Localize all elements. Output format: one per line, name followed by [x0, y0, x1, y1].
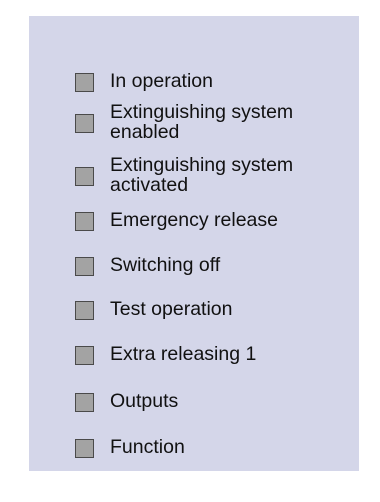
indicator-label: Outputs [110, 390, 179, 412]
indicator-label: Function [110, 436, 185, 458]
status-led-icon [75, 301, 94, 320]
indicator-label: Test operation [110, 298, 233, 320]
indicator-extinguishing-system-enabled: Extinguishing system enabled [75, 102, 350, 142]
status-led-icon [75, 346, 94, 365]
status-led-icon [75, 73, 94, 92]
indicator-label: Extinguishing system enabled [110, 101, 294, 143]
status-indicator-panel: In operation Extinguishing system enable… [29, 16, 359, 471]
indicator-test-operation: Test operation [75, 299, 350, 320]
status-led-icon [75, 167, 94, 186]
indicator-extra-releasing-1: Extra releasing 1 [75, 344, 350, 365]
indicator-label: Extinguishing system activated [110, 154, 294, 196]
status-led-icon [75, 114, 94, 133]
status-led-icon [75, 439, 94, 458]
indicator-label: In operation [110, 70, 213, 92]
indicator-label: Extra releasing 1 [110, 343, 257, 365]
indicator-emergency-release: Emergency release [75, 210, 350, 231]
indicator-switching-off: Switching off [75, 255, 350, 276]
indicator-label: Emergency release [110, 209, 278, 231]
indicator-in-operation: In operation [75, 71, 350, 92]
indicator-extinguishing-system-activated: Extinguishing system activated [75, 155, 350, 195]
status-led-icon [75, 393, 94, 412]
indicator-function: Function [75, 437, 350, 458]
indicator-label: Switching off [110, 254, 221, 276]
status-led-icon [75, 257, 94, 276]
indicator-outputs: Outputs [75, 391, 350, 412]
status-led-icon [75, 212, 94, 231]
